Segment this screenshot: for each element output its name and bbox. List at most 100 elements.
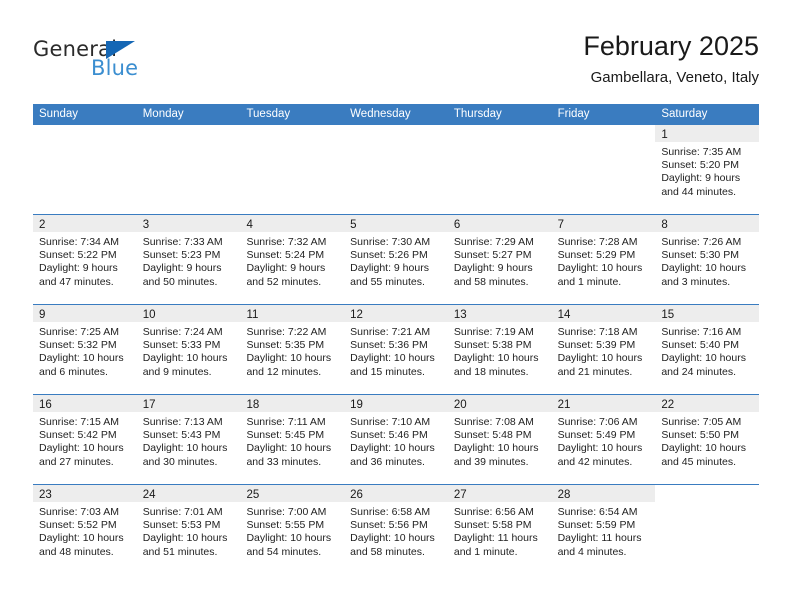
- calendar-day-cell[interactable]: 4 Sunrise: 7:32 AM Sunset: 5:24 PM Daylight…: [240, 215, 345, 304]
- calendar-day-cell[interactable]: 23 Sunrise: 7:03 AM Sunset: 5:52 PM Dayligh…: [33, 485, 137, 574]
- day-detail-line: Daylight: 10 hours: [661, 352, 746, 365]
- weekday-header-thursday: Thursday: [453, 108, 502, 120]
- day-number: 25: [246, 489, 260, 501]
- day-detail-line: Sunset: 5:27 PM: [453, 249, 532, 262]
- day-detail-line: Daylight: 10 hours: [142, 532, 228, 545]
- weekday-header-sunday: Sunday: [39, 108, 79, 120]
- day-detail-line: Daylight: 9 hours: [350, 262, 429, 275]
- calendar-weeks: 1 Sunrise: 7:35 AM Sunset: 5:20 PM Daylight…: [33, 125, 760, 574]
- day-details: Sunrise: 7:11 AM Sunset: 5:45 PM Daylight:…: [240, 412, 344, 469]
- day-number-band: 13: [447, 305, 552, 322]
- day-detail-line: Sunset: 5:45 PM: [246, 429, 325, 442]
- day-detail-line: and 44 minutes.: [661, 185, 737, 198]
- calendar-day-cell[interactable]: 25 Sunrise: 7:00 AM Sunset: 5:55 PM Dayligh…: [240, 485, 345, 574]
- day-detail-line: Sunrise: 6:54 AM: [557, 506, 638, 518]
- day-number: 28: [557, 489, 571, 501]
- calendar-day-cell[interactable]: 17 Sunrise: 7:13 AM Sunset: 5:43 PM Dayligh…: [136, 395, 241, 484]
- day-detail-line: Daylight: 11 hours: [453, 532, 538, 545]
- calendar-day-cell[interactable]: 13 Sunrise: 7:19 AM Sunset: 5:38 PM Dayligh…: [447, 305, 552, 394]
- day-details: [137, 142, 241, 146]
- day-details: Sunrise: 7:21 AM Sunset: 5:36 PM Daylight:…: [344, 322, 448, 379]
- day-detail-line: and 52 minutes.: [246, 275, 322, 288]
- calendar-day-cell[interactable]: 18 Sunrise: 7:11 AM Sunset: 5:45 PM Dayligh…: [240, 395, 345, 484]
- day-detail-line: and 3 minutes.: [661, 275, 731, 288]
- day-number-band: 3: [136, 215, 241, 232]
- title-block: February 2025 Gambellara, Veneto, Italy: [583, 30, 759, 88]
- calendar-day-cell[interactable]: 2 Sunrise: 7:34 AM Sunset: 5:22 PM Daylight…: [33, 215, 137, 304]
- day-number: 1: [661, 129, 668, 141]
- calendar-day-cell[interactable]: 14 Sunrise: 7:18 AM Sunset: 5:39 PM Dayligh…: [551, 305, 656, 394]
- day-detail-line: Sunrise: 7:34 AM: [39, 236, 119, 248]
- day-detail-line: and 24 minutes.: [661, 365, 737, 378]
- calendar-cell-empty: [655, 485, 759, 574]
- day-detail-line: Sunset: 5:49 PM: [557, 429, 636, 442]
- day-detail-line: Sunset: 5:26 PM: [350, 249, 428, 262]
- day-detail-line: and 36 minutes.: [350, 455, 425, 468]
- day-number: 15: [661, 309, 675, 321]
- day-detail-line: Sunrise: 6:58 AM: [350, 506, 431, 518]
- day-detail-line: Sunset: 5:53 PM: [142, 519, 221, 532]
- day-number-band: [33, 125, 137, 142]
- calendar-week-row: 16 Sunrise: 7:15 AM Sunset: 5:42 PM Dayligh…: [33, 394, 760, 484]
- day-detail-line: Daylight: 10 hours: [246, 352, 332, 365]
- day-details: Sunrise: 7:06 AM Sunset: 5:49 PM Daylight:…: [552, 412, 656, 469]
- calendar-day-cell[interactable]: 22 Sunrise: 7:05 AM Sunset: 5:50 PM Dayligh…: [655, 395, 760, 484]
- day-details: Sunrise: 7:01 AM Sunset: 5:53 PM Daylight:…: [137, 502, 241, 559]
- calendar-day-cell[interactable]: 6 Sunrise: 7:29 AM Sunset: 5:27 PM Daylight…: [447, 215, 552, 304]
- day-number-band: 17: [136, 395, 241, 412]
- day-detail-line: Sunset: 5:48 PM: [453, 429, 532, 442]
- day-detail-line: Daylight: 10 hours: [557, 262, 643, 275]
- day-details: Sunrise: 7:10 AM Sunset: 5:46 PM Daylight:…: [344, 412, 448, 469]
- calendar-day-cell[interactable]: 3 Sunrise: 7:33 AM Sunset: 5:23 PM Daylight…: [136, 215, 241, 304]
- day-detail-line: Sunrise: 7:29 AM: [453, 236, 534, 248]
- day-details: Sunrise: 7:16 AM Sunset: 5:40 PM Daylight:…: [655, 322, 759, 379]
- day-details: Sunrise: 7:28 AM Sunset: 5:29 PM Daylight:…: [552, 232, 656, 289]
- day-number: 18: [246, 399, 260, 411]
- day-details: Sunrise: 7:32 AM Sunset: 5:24 PM Daylight:…: [240, 232, 344, 289]
- day-number-band: 16: [33, 395, 137, 412]
- calendar-week-row: 1 Sunrise: 7:35 AM Sunset: 5:20 PM Daylight…: [33, 125, 760, 214]
- day-detail-line: Sunset: 5:24 PM: [246, 249, 325, 262]
- calendar-day-cell[interactable]: 27 Sunrise: 6:56 AM Sunset: 5:58 PM Dayligh…: [447, 485, 552, 574]
- day-details: Sunrise: 7:03 AM Sunset: 5:52 PM Daylight:…: [33, 502, 137, 559]
- day-detail-line: Daylight: 10 hours: [557, 442, 643, 455]
- day-detail-line: Sunrise: 7:35 AM: [661, 146, 742, 158]
- day-number-band: [655, 485, 759, 502]
- day-detail-line: Sunset: 5:55 PM: [246, 519, 325, 532]
- calendar-day-cell[interactable]: 21 Sunrise: 7:06 AM Sunset: 5:49 PM Dayligh…: [551, 395, 656, 484]
- weekday-header-wednesday: Wednesday: [350, 108, 411, 120]
- general-blue-logo[interactable]: General Blue: [33, 38, 163, 88]
- calendar-day-cell[interactable]: 24 Sunrise: 7:01 AM Sunset: 5:53 PM Dayligh…: [136, 485, 241, 574]
- calendar-week-row: 2 Sunrise: 7:34 AM Sunset: 5:22 PM Daylight…: [33, 214, 760, 304]
- day-detail-line: Sunrise: 7:00 AM: [246, 506, 327, 518]
- calendar-day-cell[interactable]: 16 Sunrise: 7:15 AM Sunset: 5:42 PM Dayligh…: [33, 395, 137, 484]
- calendar-day-cell[interactable]: 5 Sunrise: 7:30 AM Sunset: 5:26 PM Daylight…: [344, 215, 448, 304]
- day-detail-line: Daylight: 10 hours: [350, 442, 435, 455]
- calendar-day-cell[interactable]: 12 Sunrise: 7:21 AM Sunset: 5:36 PM Dayligh…: [344, 305, 448, 394]
- day-number: 12: [350, 309, 363, 321]
- calendar-day-cell[interactable]: 11 Sunrise: 7:22 AM Sunset: 5:35 PM Dayligh…: [240, 305, 345, 394]
- day-number-band: 6: [447, 215, 552, 232]
- day-number-band: 28: [551, 485, 656, 502]
- calendar-day-cell[interactable]: 10 Sunrise: 7:24 AM Sunset: 5:33 PM Dayligh…: [136, 305, 241, 394]
- day-detail-line: and 47 minutes.: [39, 275, 114, 288]
- day-details: [240, 142, 344, 146]
- calendar-cell-empty: [552, 125, 656, 214]
- calendar-day-cell[interactable]: 9 Sunrise: 7:25 AM Sunset: 5:32 PM Daylight…: [33, 305, 137, 394]
- calendar-day-cell[interactable]: 19 Sunrise: 7:10 AM Sunset: 5:46 PM Dayligh…: [344, 395, 448, 484]
- day-number: 14: [557, 309, 571, 321]
- day-detail-line: Sunset: 5:58 PM: [453, 519, 532, 532]
- day-number-band: 7: [551, 215, 656, 232]
- day-details: Sunrise: 7:35 AM Sunset: 5:20 PM Daylight:…: [655, 142, 759, 199]
- calendar-day-cell[interactable]: 28 Sunrise: 6:54 AM Sunset: 5:59 PM Dayligh…: [551, 485, 656, 574]
- calendar-day-cell[interactable]: 1 Sunrise: 7:35 AM Sunset: 5:20 PM Daylight…: [655, 125, 760, 214]
- calendar-day-cell[interactable]: 15 Sunrise: 7:16 AM Sunset: 5:40 PM Dayligh…: [655, 305, 760, 394]
- calendar-cell-empty: [448, 125, 552, 214]
- day-number-band: 2: [33, 215, 137, 232]
- calendar-day-cell[interactable]: 8 Sunrise: 7:26 AM Sunset: 5:30 PM Daylight…: [655, 215, 760, 304]
- day-detail-line: Sunrise: 7:15 AM: [39, 416, 119, 428]
- calendar-day-cell[interactable]: 26 Sunrise: 6:58 AM Sunset: 5:56 PM Dayligh…: [344, 485, 448, 574]
- calendar-day-cell[interactable]: 20 Sunrise: 7:08 AM Sunset: 5:48 PM Dayligh…: [447, 395, 552, 484]
- day-details: Sunrise: 7:05 AM Sunset: 5:50 PM Daylight:…: [655, 412, 759, 469]
- calendar-day-cell[interactable]: 7 Sunrise: 7:28 AM Sunset: 5:29 PM Daylight…: [551, 215, 656, 304]
